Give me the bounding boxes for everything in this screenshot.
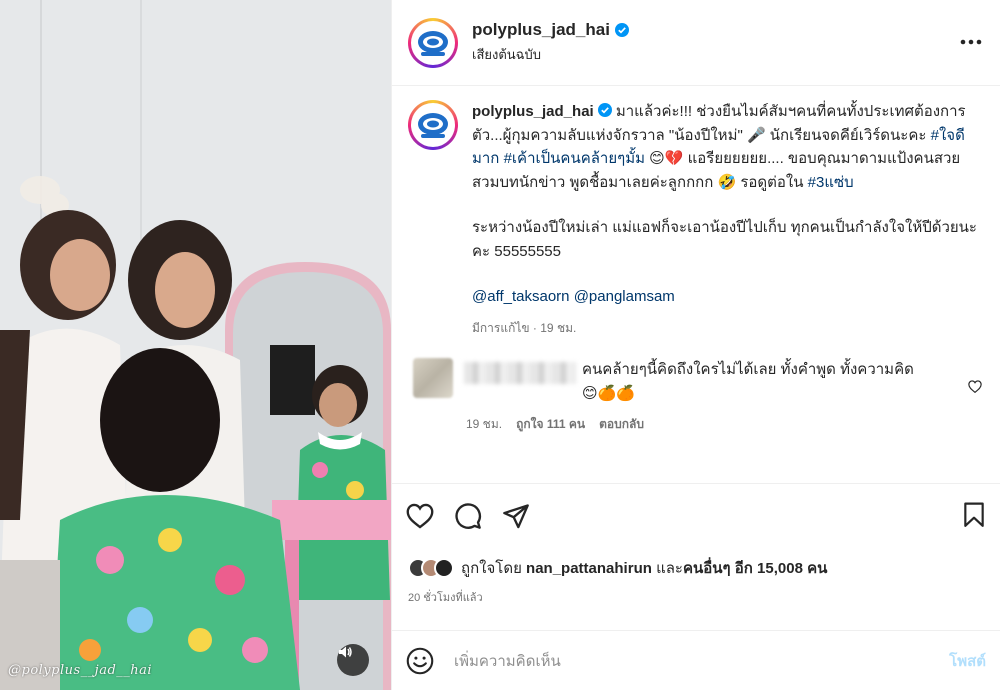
caption-line2: ระหว่างน้องปีใหม่เล่า แม่แอฟก็จะเอาน้องป… <box>472 219 977 260</box>
likes-suffix: และ <box>651 560 683 577</box>
comment-item: คนคล้ายๆนี้คิดถึงใครไม่ได้เลย ทั้งคำพูด … <box>408 358 984 406</box>
post-actions: ถูกใจโดย nan_pattanahirun และคนอื่นๆ อีก… <box>392 483 1000 630</box>
caption-username[interactable]: polyplus_jad_hai <box>472 103 594 120</box>
audio-subtitle[interactable]: เสียงต้นฉบับ <box>472 44 629 65</box>
liker-avatar[interactable] <box>434 558 454 578</box>
media-watermark: @polyplus__jad__hai <box>8 663 153 678</box>
polyplus-logo-icon <box>418 30 448 56</box>
comment-body: คนคล้ายๆนี้คิดถึงใครไม่ได้เลย ทั้งคำพูด … <box>582 361 914 378</box>
mention-link[interactable]: @panglamsam <box>574 288 675 305</box>
caption-text: polyplus_jad_hai มาแล้วค่ะ!!! ช่วงยืนไมค… <box>472 100 977 194</box>
post-timestamp[interactable]: 20 ชั่วโมงที่แล้ว <box>408 588 986 606</box>
caption: polyplus_jad_hai มาแล้วค่ะ!!! ช่วงยืนไมค… <box>408 100 984 340</box>
video-frame <box>0 0 391 690</box>
comment-input[interactable]: เพิ่มความคิดเห็น <box>454 649 949 673</box>
more-options-button[interactable] <box>960 34 982 45</box>
audio-toggle-button[interactable] <box>337 644 369 676</box>
ellipsis-icon <box>960 39 982 45</box>
likes-summary: ถูกใจโดย nan_pattanahirun และคนอื่นๆ อีก… <box>408 556 986 580</box>
share-send-icon[interactable] <box>502 503 530 529</box>
likes-others-link[interactable]: คนอื่นๆ อีก 15,008 คน <box>683 560 827 577</box>
add-comment-bar: เพิ่มความคิดเห็น โพสต์ <box>392 630 1000 690</box>
comment-meta: 19 ชม. ถูกใจ 111 คน ตอบกลับ <box>466 415 984 434</box>
polyplus-logo-icon <box>418 113 448 138</box>
comment-like-button[interactable] <box>968 380 982 398</box>
likes-prefix: ถูกใจโดย <box>461 560 527 577</box>
commenter-name-blurred <box>464 362 576 384</box>
profile-avatar[interactable] <box>408 17 458 68</box>
post-sidebar: polyplus_jad_hai เสียงต้นฉบับ polyplus_j… <box>391 0 1000 690</box>
verified-badge-icon <box>614 23 629 37</box>
caption-mentions: @aff_taksaorn @panglamsam <box>472 285 977 309</box>
reply-button[interactable]: ตอบกลับ <box>599 415 644 434</box>
comment-likes[interactable]: ถูกใจ 111 คน <box>516 415 585 434</box>
post-header: polyplus_jad_hai เสียงต้นฉบับ <box>392 0 1000 86</box>
post-media[interactable]: @polyplus__jad__hai <box>0 0 391 690</box>
comment-time[interactable]: 19 ชม. <box>466 415 502 434</box>
caption-meta: มีการแก้ไข · 19 ชม. <box>472 320 577 335</box>
save-bookmark-button[interactable] <box>962 502 986 533</box>
comments-section[interactable]: polyplus_jad_hai มาแล้วค่ะ!!! ช่วงยืนไมค… <box>392 86 1000 483</box>
liker-username[interactable]: nan_pattanahirun <box>526 560 652 577</box>
verified-badge-icon <box>597 103 612 117</box>
emoji-smiley-icon[interactable] <box>406 647 434 675</box>
hashtag-link[interactable]: #3แซ่บ <box>808 174 854 191</box>
comment-text: คนคล้ายๆนี้คิดถึงใครไม่ได้เลย ทั้งคำพูด … <box>582 358 914 406</box>
post-comment-button[interactable]: โพสต์ <box>949 649 986 673</box>
comment-bubble-icon[interactable] <box>454 502 482 530</box>
comment-emojis: 😊🍊🍊 <box>582 385 635 402</box>
post-dialog: @polyplus__jad__hai polyplus_jad_hai เสี… <box>0 0 1000 690</box>
caption-avatar[interactable] <box>408 100 458 150</box>
speaker-icon <box>339 646 352 658</box>
mention-link[interactable]: @aff_taksaorn <box>472 288 570 305</box>
commenter-avatar[interactable] <box>413 358 453 398</box>
hashtag-link[interactable]: #เค้าเป็นคนคล้ายๆมั้ม <box>504 150 645 167</box>
header-username[interactable]: polyplus_jad_hai <box>472 20 610 40</box>
heart-icon <box>968 380 982 394</box>
like-heart-icon[interactable] <box>406 503 434 529</box>
bookmark-icon <box>964 502 984 527</box>
likes-text: ถูกใจโดย nan_pattanahirun และคนอื่นๆ อีก… <box>461 556 827 580</box>
